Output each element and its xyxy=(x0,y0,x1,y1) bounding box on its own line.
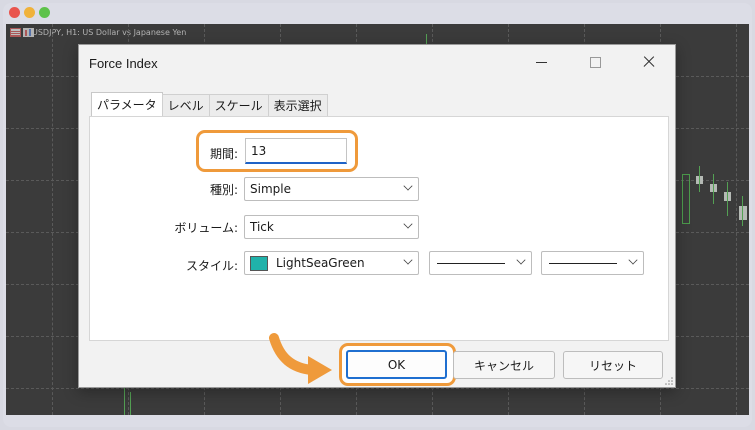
chevron-down-icon xyxy=(403,181,413,191)
method-label: 種別: xyxy=(209,183,238,197)
force-index-dialog: Force Index パラメータ レベル スケール 表示選択 期間: 13 種… xyxy=(78,44,676,388)
style-color-select[interactable]: LightSeaGreen xyxy=(244,251,419,275)
volume-label: ボリューム: xyxy=(174,221,238,235)
tab-bar: パラメータ レベル スケール 表示選択 xyxy=(91,92,328,116)
chevron-down-icon xyxy=(516,255,526,265)
style-label: スタイル: xyxy=(185,259,238,273)
maximize-icon[interactable] xyxy=(581,53,609,71)
tab-parameters[interactable]: パラメータ xyxy=(91,92,163,116)
ok-button[interactable]: OK xyxy=(346,350,447,379)
window-maximize-icon[interactable] xyxy=(39,7,50,18)
period-label: 期間: xyxy=(209,147,238,161)
tab-visualization[interactable]: 表示選択 xyxy=(267,94,328,116)
line-width-preview xyxy=(549,262,617,264)
volume-value: Tick xyxy=(250,220,274,234)
close-icon[interactable] xyxy=(635,53,663,71)
window-close-icon[interactable] xyxy=(9,7,20,18)
chevron-down-icon xyxy=(628,255,638,265)
pointer-arrow-icon xyxy=(269,333,332,384)
style-color-name: LightSeaGreen xyxy=(276,256,365,270)
color-swatch xyxy=(250,255,268,271)
cancel-button[interactable]: キャンセル xyxy=(453,351,555,379)
method-select[interactable]: Simple xyxy=(244,177,419,201)
dialog-title: Force Index xyxy=(89,56,158,71)
tab-levels[interactable]: レベル xyxy=(161,94,210,116)
chevron-down-icon xyxy=(403,219,413,229)
reset-button[interactable]: リセット xyxy=(563,351,663,379)
line-width-select[interactable] xyxy=(541,251,644,275)
window-minimize-icon[interactable] xyxy=(24,7,35,18)
resize-grip-icon[interactable] xyxy=(665,377,673,385)
line-style-select[interactable] xyxy=(429,251,532,275)
tab-scale[interactable]: スケール xyxy=(208,94,269,116)
chevron-down-icon xyxy=(403,255,413,265)
line-style-preview xyxy=(437,262,505,264)
minimize-icon[interactable] xyxy=(527,53,555,71)
volume-select[interactable]: Tick xyxy=(244,215,419,239)
method-value: Simple xyxy=(250,182,291,196)
period-input[interactable]: 13 xyxy=(245,138,347,164)
